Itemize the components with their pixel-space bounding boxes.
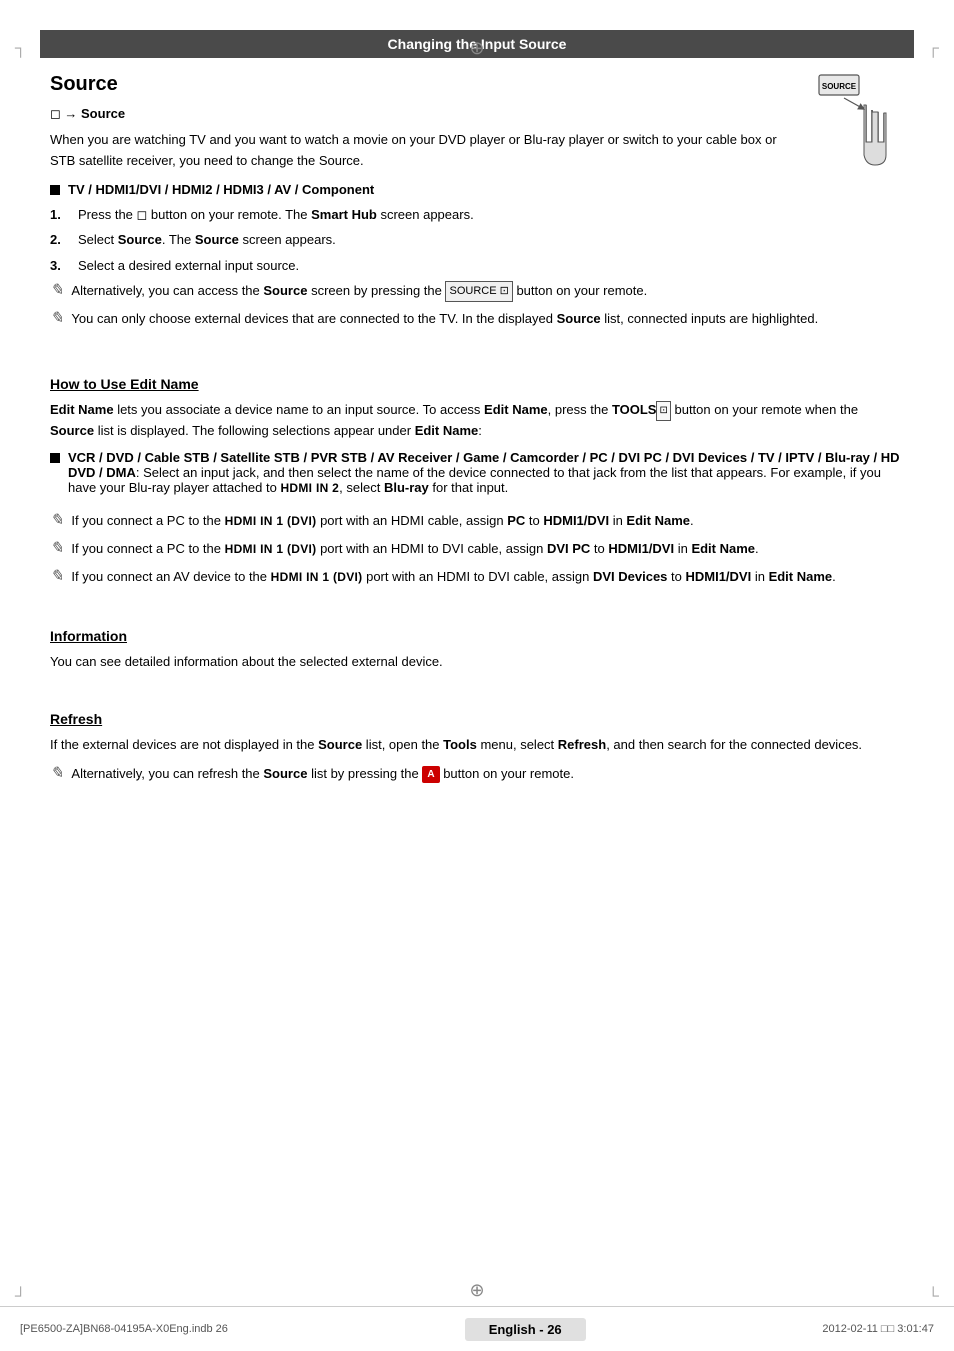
edit-name-body: Edit Name lets you associate a device na… — [50, 400, 904, 442]
svg-text:SOURCE: SOURCE — [822, 82, 857, 91]
input-list-bullet: TV / HDMI1/DVI / HDMI2 / HDMI3 / AV / Co… — [50, 182, 794, 197]
bullet-square — [50, 185, 60, 195]
note-pencil-icon-3: ✎ — [50, 509, 63, 533]
step-2: 2. Select Source. The Source screen appe… — [50, 230, 904, 250]
edit-note-2-text: If you connect a PC to the HDMI IN 1 (DV… — [71, 539, 758, 561]
information-body: You can see detailed information about t… — [50, 652, 904, 673]
note-pencil-icon-6: ✎ — [50, 762, 63, 786]
separator-3 — [50, 690, 904, 691]
input-list-text: TV / HDMI1/DVI / HDMI2 / HDMI3 / AV / Co… — [68, 182, 374, 197]
step-1: 1. Press the ◻ button on your remote. Th… — [50, 205, 904, 225]
main-content: Source ◻ → Source SOURCE — [0, 73, 954, 786]
section-title: Source — [50, 73, 904, 96]
step-3-text: Select a desired external input source. — [78, 256, 299, 276]
separator-1 — [50, 355, 904, 356]
center-registration-top: ⊕ — [469, 38, 484, 59]
step-1-num: 1. — [50, 205, 70, 225]
note-1-text: Alternatively, you can access the Source… — [71, 281, 647, 303]
tools-btn: ⊡ — [656, 401, 670, 421]
refresh-section: Refresh If the external devices are not … — [50, 711, 904, 786]
information-title: Information — [50, 628, 904, 644]
refresh-note-text: Alternatively, you can refresh the Sourc… — [71, 764, 574, 786]
edit-name-title: How to Use Edit Name — [50, 376, 904, 392]
footer-right: 2012-02-11 □□ 3:01:47 — [822, 1323, 934, 1335]
note-2-text: You can only choose external devices tha… — [71, 309, 818, 331]
intro-section: SOURCE When you — [50, 130, 904, 337]
step-3: 3. Select a desired external input sourc… — [50, 256, 904, 276]
menu-icon: ◻ → Source — [50, 106, 125, 122]
step-2-num: 2. — [50, 230, 70, 250]
edit-name-note-1: ✎ If you connect a PC to the HDMI IN 1 (… — [50, 511, 904, 533]
input-list-bold: TV / HDMI1/DVI / HDMI2 / HDMI3 / AV / Co… — [68, 182, 374, 197]
separator-2 — [50, 607, 904, 608]
step-3-num: 3. — [50, 256, 70, 276]
edit-name-note-2: ✎ If you connect a PC to the HDMI IN 1 (… — [50, 539, 904, 561]
remote-image: SOURCE — [814, 70, 904, 180]
note-highlighted-inputs: ✎ You can only choose external devices t… — [50, 309, 904, 331]
footer-left: [PE6500-ZA]BN68-04195A-X0Eng.indb 26 — [20, 1323, 228, 1335]
device-list-bullet: VCR / DVD / Cable STB / Satellite STB / … — [50, 450, 904, 495]
corner-mark-bl: ┘ — [15, 1288, 26, 1306]
edit-name-section: How to Use Edit Name Edit Name lets you … — [50, 376, 904, 589]
corner-mark-tl: ┐ — [15, 40, 26, 58]
corner-mark-br: └ — [928, 1288, 939, 1306]
step-1-text: Press the ◻ button on your remote. The S… — [78, 205, 474, 225]
edit-name-note-3: ✎ If you connect an AV device to the HDM… — [50, 567, 904, 589]
corner-mark-tr: ┌ — [928, 40, 939, 58]
edit-note-3-text: If you connect an AV device to the HDMI … — [71, 567, 835, 589]
note-source-button: ✎ Alternatively, you can access the Sour… — [50, 281, 904, 303]
intro-paragraph: When you are watching TV and you want to… — [50, 130, 904, 172]
bullet-square-2 — [50, 453, 60, 463]
note-pencil-icon-5: ✎ — [50, 565, 63, 589]
refresh-body: If the external devices are not displaye… — [50, 735, 904, 756]
menu-path: ◻ → Source — [50, 106, 904, 122]
center-registration-bottom: ⊕ — [469, 1280, 484, 1301]
device-list-text: VCR / DVD / Cable STB / Satellite STB / … — [68, 450, 904, 495]
page-container: ┐ ┌ ⊕ Changing the Input Source Source ◻… — [0, 30, 954, 1351]
refresh-note: ✎ Alternatively, you can refresh the Sou… — [50, 764, 904, 786]
note-pencil-icon-1: ✎ — [50, 279, 63, 303]
information-section: Information You can see detailed informa… — [50, 628, 904, 673]
edit-note-1-text: If you connect a PC to the HDMI IN 1 (DV… — [71, 511, 693, 533]
page-footer: [PE6500-ZA]BN68-04195A-X0Eng.indb 26 Eng… — [0, 1306, 954, 1351]
step-2-text: Select Source. The Source screen appears… — [78, 230, 336, 250]
a-button: A — [422, 766, 439, 783]
refresh-title: Refresh — [50, 711, 904, 727]
steps-list: 1. Press the ◻ button on your remote. Th… — [50, 205, 904, 276]
note-pencil-icon-4: ✎ — [50, 537, 63, 561]
source-button-label: SOURCE ⊡ — [445, 281, 512, 302]
note-pencil-icon-2: ✎ — [50, 307, 63, 331]
